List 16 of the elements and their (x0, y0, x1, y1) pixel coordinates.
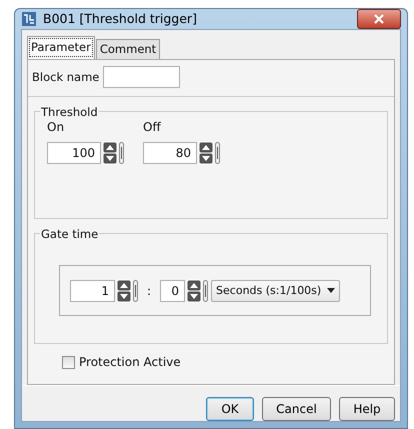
tab[interactable]: Parameter (27, 36, 95, 60)
number-field[interactable]: 0 (160, 280, 186, 302)
field-label: Off (143, 119, 162, 136)
number-field[interactable]: 80 (143, 142, 197, 164)
number-field[interactable]: 100 (47, 142, 101, 164)
window-title: B001 [Threshold trigger] (43, 10, 197, 28)
number-field[interactable]: 1 (70, 280, 115, 302)
dialog-button[interactable]: Help (339, 397, 395, 422)
field-label: On (47, 119, 66, 136)
time-separator: : (146, 282, 152, 300)
protection-label: Protection Active (79, 354, 181, 372)
block-name-label: Block name (32, 68, 100, 86)
dialog-button[interactable]: OK (206, 397, 254, 422)
tab[interactable]: Comment (96, 39, 160, 60)
unit-dropdown[interactable]: Seconds (s:1/100s) (211, 280, 340, 302)
dialog-button[interactable]: Cancel (262, 397, 331, 422)
